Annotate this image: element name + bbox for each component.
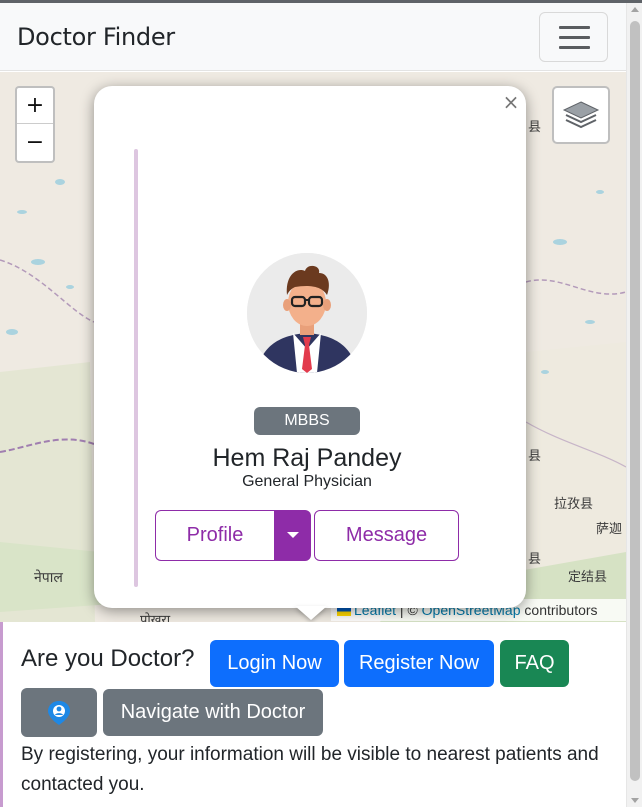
zoom-out-button[interactable]: − <box>17 125 53 161</box>
doctor-specialty: General Physician <box>242 473 372 490</box>
attribution-suffix: contributors <box>520 602 598 618</box>
zoom-in-button[interactable]: + <box>17 88 53 124</box>
profile-button[interactable]: Profile <box>155 510 274 561</box>
location-button[interactable] <box>21 688 97 737</box>
navigate-with-doctor-button[interactable]: Navigate with Doctor <box>103 689 323 736</box>
hamburger-menu-icon <box>559 26 590 29</box>
doctor-avatar-icon <box>247 253 367 373</box>
hamburger-menu-icon-bar <box>559 36 590 39</box>
doctor-name: Hem Raj Pandey <box>212 444 402 472</box>
caret-down-icon <box>287 532 299 538</box>
scroll-down-arrow-icon[interactable] <box>631 798 639 803</box>
login-button[interactable]: Login Now <box>210 640 339 687</box>
register-button[interactable]: Register Now <box>344 640 494 687</box>
degree-badge: MBBS <box>254 407 360 435</box>
hamburger-menu-icon-bar <box>559 46 590 49</box>
page-scrollbar[interactable] <box>626 3 642 807</box>
popup-close-button[interactable]: × <box>502 91 520 113</box>
map-label: 县 <box>528 552 542 567</box>
map-label: 县 <box>528 120 542 135</box>
map-label: 拉孜县 <box>554 497 594 512</box>
profile-dropdown-toggle[interactable] <box>274 510 311 561</box>
scroll-up-arrow-icon[interactable] <box>631 7 639 12</box>
card-left-border <box>134 149 138 587</box>
map-label: नेपाल <box>34 570 63 586</box>
location-pin-icon <box>48 701 70 725</box>
navbar: Doctor Finder <box>0 3 626 71</box>
brand-title[interactable]: Doctor Finder <box>17 23 175 51</box>
ukraine-flag-icon <box>337 607 351 616</box>
popup-tip <box>295 606 327 620</box>
doctor-question: Are you Doctor? <box>21 645 195 672</box>
faq-button[interactable]: FAQ <box>500 640 569 687</box>
registration-notice: By registering, your information will be… <box>21 744 599 795</box>
message-button[interactable]: Message <box>314 510 459 561</box>
layers-icon <box>562 101 600 129</box>
page: Doctor Finder 县 县 拉孜县 萨迦 县 定结县 नेपाल पोख… <box>0 0 642 807</box>
scrollbar-thumb[interactable] <box>630 21 640 781</box>
map-label: 定结县 <box>568 570 608 585</box>
zoom-control: + − <box>15 86 55 163</box>
hamburger-menu-button[interactable] <box>539 12 608 62</box>
layers-button[interactable] <box>552 86 610 144</box>
map-label: पोखरा <box>140 613 171 622</box>
map-label: 县 <box>528 449 542 464</box>
map-label: 萨迦 <box>596 522 623 537</box>
